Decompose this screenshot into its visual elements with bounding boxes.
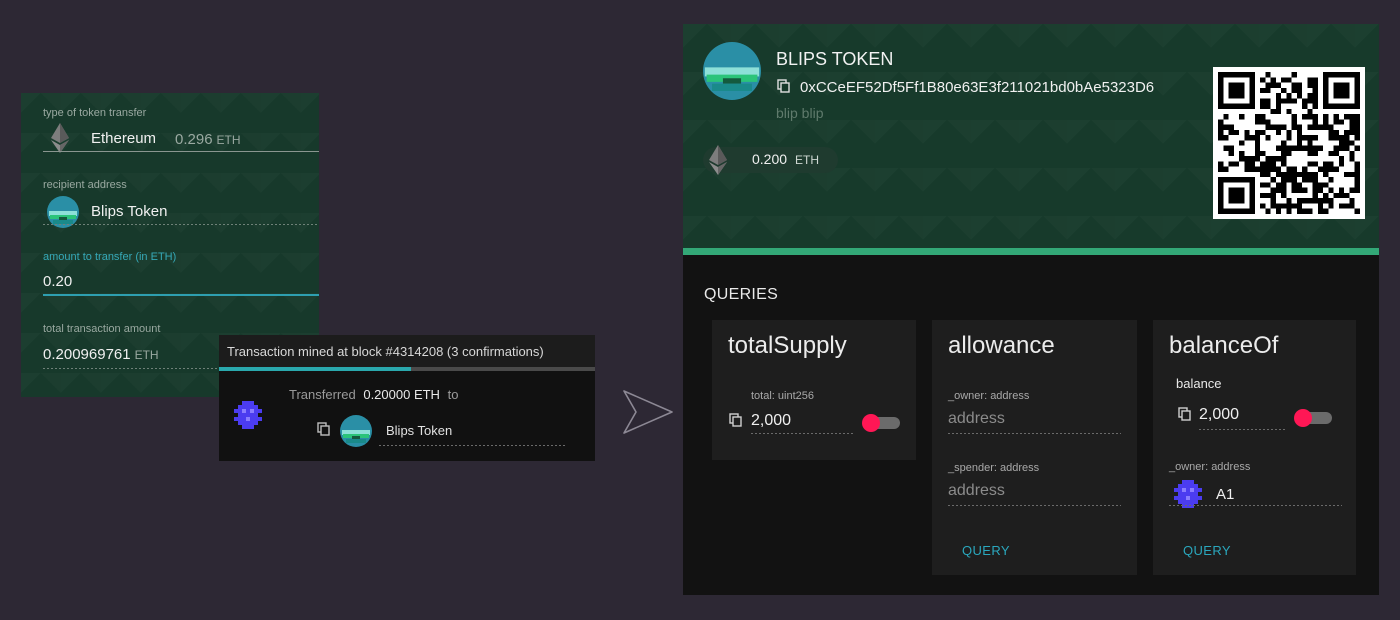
- header-accent-stripe: [683, 248, 1379, 255]
- owner-label: _owner: address: [1169, 461, 1251, 473]
- owner-underline: [948, 433, 1121, 434]
- owner-value: A1: [1216, 486, 1235, 503]
- transferred-amount: 0.20000 ETH: [363, 387, 440, 402]
- query-title: totalSupply: [728, 332, 847, 359]
- balance-of-query-button[interactable]: QUERY: [1183, 543, 1231, 558]
- owner-underline: [1169, 505, 1342, 506]
- copy-icon[interactable]: [1178, 407, 1192, 421]
- output-label: balance: [1176, 376, 1222, 391]
- queries-title: QUERIES: [704, 286, 779, 303]
- to-label: to: [447, 387, 459, 402]
- output-value: 2,000: [1199, 406, 1240, 423]
- output-underline: [1199, 429, 1286, 430]
- spender-label: _spender: address: [948, 462, 1040, 474]
- token-type-label: type of token transfer: [43, 107, 147, 119]
- total-unit: ETH: [134, 348, 159, 362]
- amount-input[interactable]: 0.20: [43, 271, 319, 295]
- token-balance-value: 0.200: [752, 151, 788, 167]
- transferred-label: Transferred: [289, 387, 356, 402]
- recipient-value: Blips Token: [91, 203, 168, 220]
- token-type-balance: 0.296: [175, 131, 213, 148]
- output-underline: [751, 433, 854, 434]
- token-header: BLIPS TOKEN 0xCCeEF52Df5Ff1B80e63E3f2110…: [683, 24, 1379, 248]
- query-title: allowance: [948, 332, 1055, 359]
- blips-token-avatar: [340, 415, 372, 447]
- copy-icon[interactable]: [317, 422, 331, 436]
- recipient-underline: [43, 224, 319, 225]
- token-type-value: Ethereum: [91, 130, 157, 147]
- query-card-balance-of: balanceOf balance 2,000 _owner: address: [1153, 320, 1356, 575]
- confirmation-progress-bar: [219, 367, 411, 371]
- token-type-balance-unit: ETH: [216, 133, 241, 147]
- token-balance-pill: 0.200 ETH: [703, 145, 838, 175]
- token-detail-panel: BLIPS TOKEN 0xCCeEF52Df5Ff1B80e63E3f2110…: [683, 24, 1379, 595]
- token-balance-unit: ETH: [795, 153, 820, 167]
- auto-refresh-toggle[interactable]: [862, 414, 900, 432]
- output-value: 2,000: [751, 412, 792, 429]
- transfer-summary: Transferred 0.20000 ETH to: [289, 387, 458, 402]
- spender-address-input[interactable]: address: [948, 482, 1121, 504]
- auto-refresh-toggle[interactable]: [1294, 409, 1332, 427]
- ethereum-icon: [709, 145, 727, 175]
- token-type-underline: [43, 151, 319, 152]
- spender-underline: [948, 505, 1121, 506]
- recipient-underline: [379, 445, 565, 446]
- token-name: BLIPS TOKEN: [776, 49, 894, 69]
- transaction-notification: Transaction mined at block #4314208 (3 c…: [219, 335, 595, 461]
- recipient-address-field[interactable]: Blips Token: [43, 195, 319, 228]
- ethereum-icon: [51, 123, 69, 153]
- total-amount: 0.200969761 ETH: [43, 346, 159, 364]
- owner-address-input[interactable]: A1: [1169, 478, 1342, 508]
- qr-code: [1213, 67, 1365, 219]
- query-title: balanceOf: [1169, 332, 1279, 359]
- transaction-header: Transaction mined at block #4314208 (3 c…: [219, 335, 595, 367]
- total-label: total transaction amount: [43, 323, 161, 335]
- amount-label: amount to transfer (in ETH): [43, 251, 177, 263]
- output-label: total: uint256: [751, 390, 814, 402]
- token-description: blip blip: [776, 105, 824, 121]
- recipient-label: recipient address: [43, 179, 127, 191]
- transaction-recipient[interactable]: Blips Token: [386, 423, 452, 438]
- allowance-query-button[interactable]: QUERY: [962, 543, 1010, 558]
- sender-identicon: [234, 401, 262, 429]
- blips-token-avatar: [703, 42, 761, 100]
- transaction-title: Transaction mined at block #4314208 (3 c…: [227, 344, 544, 359]
- token-type-select[interactable]: Ethereum 0.296 ETH: [43, 123, 319, 153]
- token-address[interactable]: 0xCCeEF52Df5Ff1B80e63E3f211021bd0bAe5323…: [800, 79, 1154, 96]
- query-card-total-supply: totalSupply total: uint256 2,000: [712, 320, 916, 460]
- amount-underline: [43, 294, 319, 296]
- arrow-right-icon: [623, 390, 673, 434]
- amount-value: 0.20: [43, 273, 73, 290]
- total-value: 0.200969761: [43, 346, 131, 363]
- query-card-allowance: allowance _owner: address address _spend…: [932, 320, 1137, 575]
- copy-icon[interactable]: [729, 413, 743, 427]
- owner-address-input[interactable]: address: [948, 410, 1121, 432]
- copy-icon[interactable]: [777, 79, 791, 93]
- owner-label: _owner: address: [948, 390, 1030, 402]
